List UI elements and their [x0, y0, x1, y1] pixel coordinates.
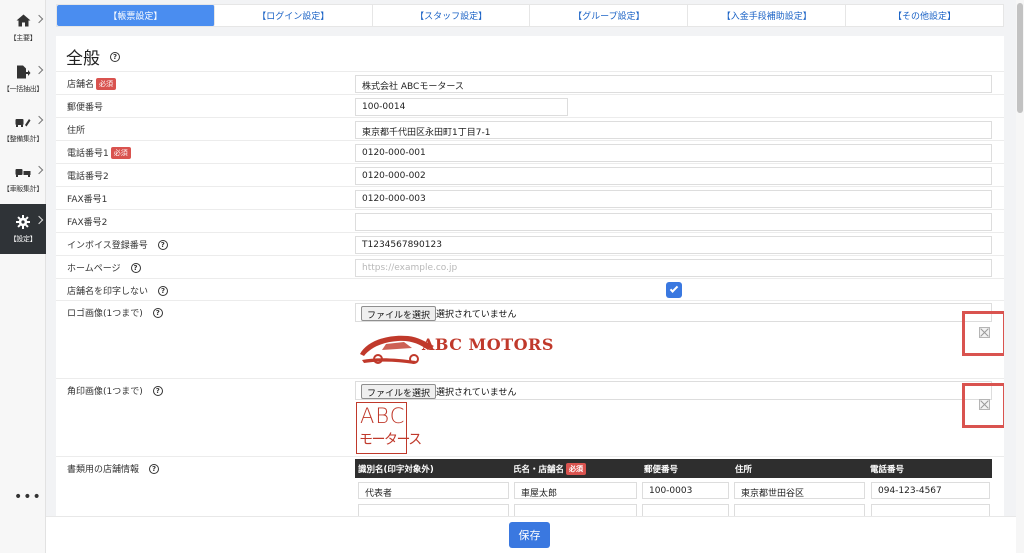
table-cell-input[interactable]: 代表者: [358, 482, 509, 499]
homepage-input[interactable]: https://example.co.jp: [355, 259, 992, 277]
table-cell-input[interactable]: 094-123-4567: [871, 482, 990, 499]
table-cell-input[interactable]: 100-0003: [642, 482, 729, 499]
file-status: 選択されていません: [436, 388, 517, 398]
hide-store-name-checkbox[interactable]: [666, 282, 682, 298]
footer-bar: 保存: [46, 516, 1016, 553]
logo-image: ABC MOTORS: [356, 324, 561, 372]
phone2-input[interactable]: 0120-000-002: [355, 167, 992, 185]
sidebar-item-bulk-extract[interactable]: 【一括抽出】: [0, 54, 46, 104]
invoice-number-input[interactable]: T1234567890123: [355, 236, 992, 254]
car-bed-icon: [15, 165, 31, 179]
sidebar-item-settings[interactable]: 【設定】: [0, 204, 46, 254]
logo-text: ABC MOTORS: [422, 335, 554, 354]
table-header-cell: 識別名(印字対象外): [358, 464, 434, 475]
delete-x-icon[interactable]: [979, 399, 990, 410]
fax1-input[interactable]: 0120-000-003: [355, 190, 992, 208]
help-icon[interactable]: ?: [158, 285, 169, 296]
row-invoice: インボイス登録番号? T1234567890123: [56, 232, 1004, 255]
required-badge: 必須: [566, 462, 587, 475]
store-table-header: 識別名(印字対象外) 氏名・店舗名 必須 郵便番号 住所 電話番号: [355, 459, 992, 478]
row-address: 住所 東京都千代田区永田町1丁目7-1: [56, 117, 1004, 140]
gear-icon: [15, 214, 31, 229]
chevron-right-icon: [34, 165, 44, 175]
tab-login-settings[interactable]: 【ログイン設定】: [215, 5, 373, 26]
postal-input[interactable]: 100-0014: [355, 98, 568, 116]
sidebar-item-label: 【整備集計】: [2, 134, 44, 143]
scrollbar-thumb[interactable]: [1017, 3, 1023, 113]
help-icon[interactable]: ?: [152, 385, 163, 396]
table-cell-input[interactable]: 東京都世田谷区: [734, 482, 865, 499]
check-icon: [669, 284, 679, 293]
seal-text-line2: モータース: [359, 432, 422, 448]
table-header-cell: 氏名・店舗名 必須: [510, 459, 641, 478]
tab-other-settings[interactable]: 【その他設定】: [846, 5, 1003, 26]
table-cell-input[interactable]: [734, 504, 865, 516]
table-cell-input[interactable]: [642, 504, 729, 516]
tab-staff-settings[interactable]: 【スタッフ設定】: [373, 5, 531, 26]
phone1-input[interactable]: 0120-000-001: [355, 144, 992, 162]
sidebar: 【主要】 【一括抽出】 【整備集計】 【車販集計】 【設定】 •••: [0, 0, 46, 553]
table-header-cell: 郵便番号: [644, 464, 679, 475]
seal-text-line1: ABC: [360, 404, 406, 428]
table-cell-input[interactable]: [871, 504, 990, 516]
row-homepage: ホームページ? https://example.co.jp: [56, 255, 1004, 278]
chevron-right-icon: [34, 65, 44, 75]
help-icon[interactable]: ?: [152, 307, 163, 318]
tab-payment-aux-settings[interactable]: 【入金手段補助設定】: [688, 5, 847, 26]
row-store-name: 店舗名 必須 株式会社 ABCモータース: [56, 71, 1004, 94]
row-hide-store-name: 店舗名を印字しない?: [56, 278, 1004, 300]
help-icon[interactable]: ?: [149, 463, 160, 474]
delete-x-icon[interactable]: [979, 327, 990, 338]
car-wrench-icon: [15, 115, 31, 129]
seal-file-input[interactable]: ファイルを選択 選択されていません: [355, 381, 992, 400]
settings-panel: 全般 ? 店舗名 必須 株式会社 ABCモータース 郵便番号 100-0014 住…: [56, 36, 1004, 516]
table-cell-input[interactable]: [514, 504, 637, 516]
row-fax2: FAX番号2: [56, 209, 1004, 232]
settings-tabs: 【帳票設定】 【ログイン設定】 【スタッフ設定】 【グループ設定】 【入金手段補…: [56, 4, 1004, 27]
table-header-cell: 電話番号: [870, 464, 905, 475]
required-badge: 必須: [96, 77, 117, 90]
choose-file-button[interactable]: ファイルを選択: [361, 384, 437, 399]
table-header-cell: 住所: [735, 464, 753, 475]
required-badge: 必須: [110, 146, 131, 159]
sidebar-item-label: 【主要】: [9, 33, 37, 42]
file-export-icon: [15, 65, 31, 79]
scrollbar[interactable]: [1016, 0, 1024, 553]
chevron-right-icon: [34, 115, 44, 125]
seal-image: ABC モータース: [356, 402, 422, 454]
sidebar-item-label: 【車販集計】: [2, 184, 44, 193]
fax2-input[interactable]: [355, 213, 992, 231]
table-cell-input[interactable]: [358, 504, 509, 516]
more-icon[interactable]: •••: [14, 489, 42, 505]
row-phone2: 電話番号2 0120-000-002: [56, 163, 1004, 186]
chevron-right-icon: [34, 215, 44, 225]
home-icon: [15, 14, 31, 28]
address-input[interactable]: 東京都千代田区永田町1丁目7-1: [355, 121, 992, 139]
help-icon[interactable]: ?: [130, 262, 141, 273]
chevron-right-icon: [34, 14, 44, 24]
sidebar-item-label: 【設定】: [9, 234, 37, 243]
section-title: 全般 ?: [66, 44, 120, 69]
sidebar-item-car-sales[interactable]: 【車販集計】: [0, 154, 46, 204]
store-name-input[interactable]: 株式会社 ABCモータース: [355, 75, 992, 93]
file-status: 選択されていません: [436, 310, 517, 320]
sidebar-item-label: 【一括抽出】: [2, 84, 44, 93]
seal-delete-highlight: [962, 383, 1004, 428]
sidebar-item-maintenance[interactable]: 【整備集計】: [0, 104, 46, 154]
table-cell-input[interactable]: 車屋太郎: [514, 482, 637, 499]
tab-group-settings[interactable]: 【グループ設定】: [530, 5, 689, 26]
sidebar-item-main[interactable]: 【主要】: [0, 3, 46, 53]
help-icon[interactable]: ?: [110, 51, 120, 62]
row-phone1: 電話番号1 必須 0120-000-001: [56, 140, 1004, 163]
tab-form-settings[interactable]: 【帳票設定】: [57, 5, 215, 26]
save-button[interactable]: 保存: [509, 522, 550, 548]
choose-file-button[interactable]: ファイルを選択: [361, 306, 437, 321]
row-postal: 郵便番号 100-0014: [56, 94, 1004, 117]
logo-delete-highlight: [962, 311, 1004, 356]
help-icon[interactable]: ?: [157, 239, 168, 250]
row-fax1: FAX番号1 0120-000-003: [56, 186, 1004, 209]
logo-file-input[interactable]: ファイルを選択 選択されていません: [355, 303, 992, 322]
